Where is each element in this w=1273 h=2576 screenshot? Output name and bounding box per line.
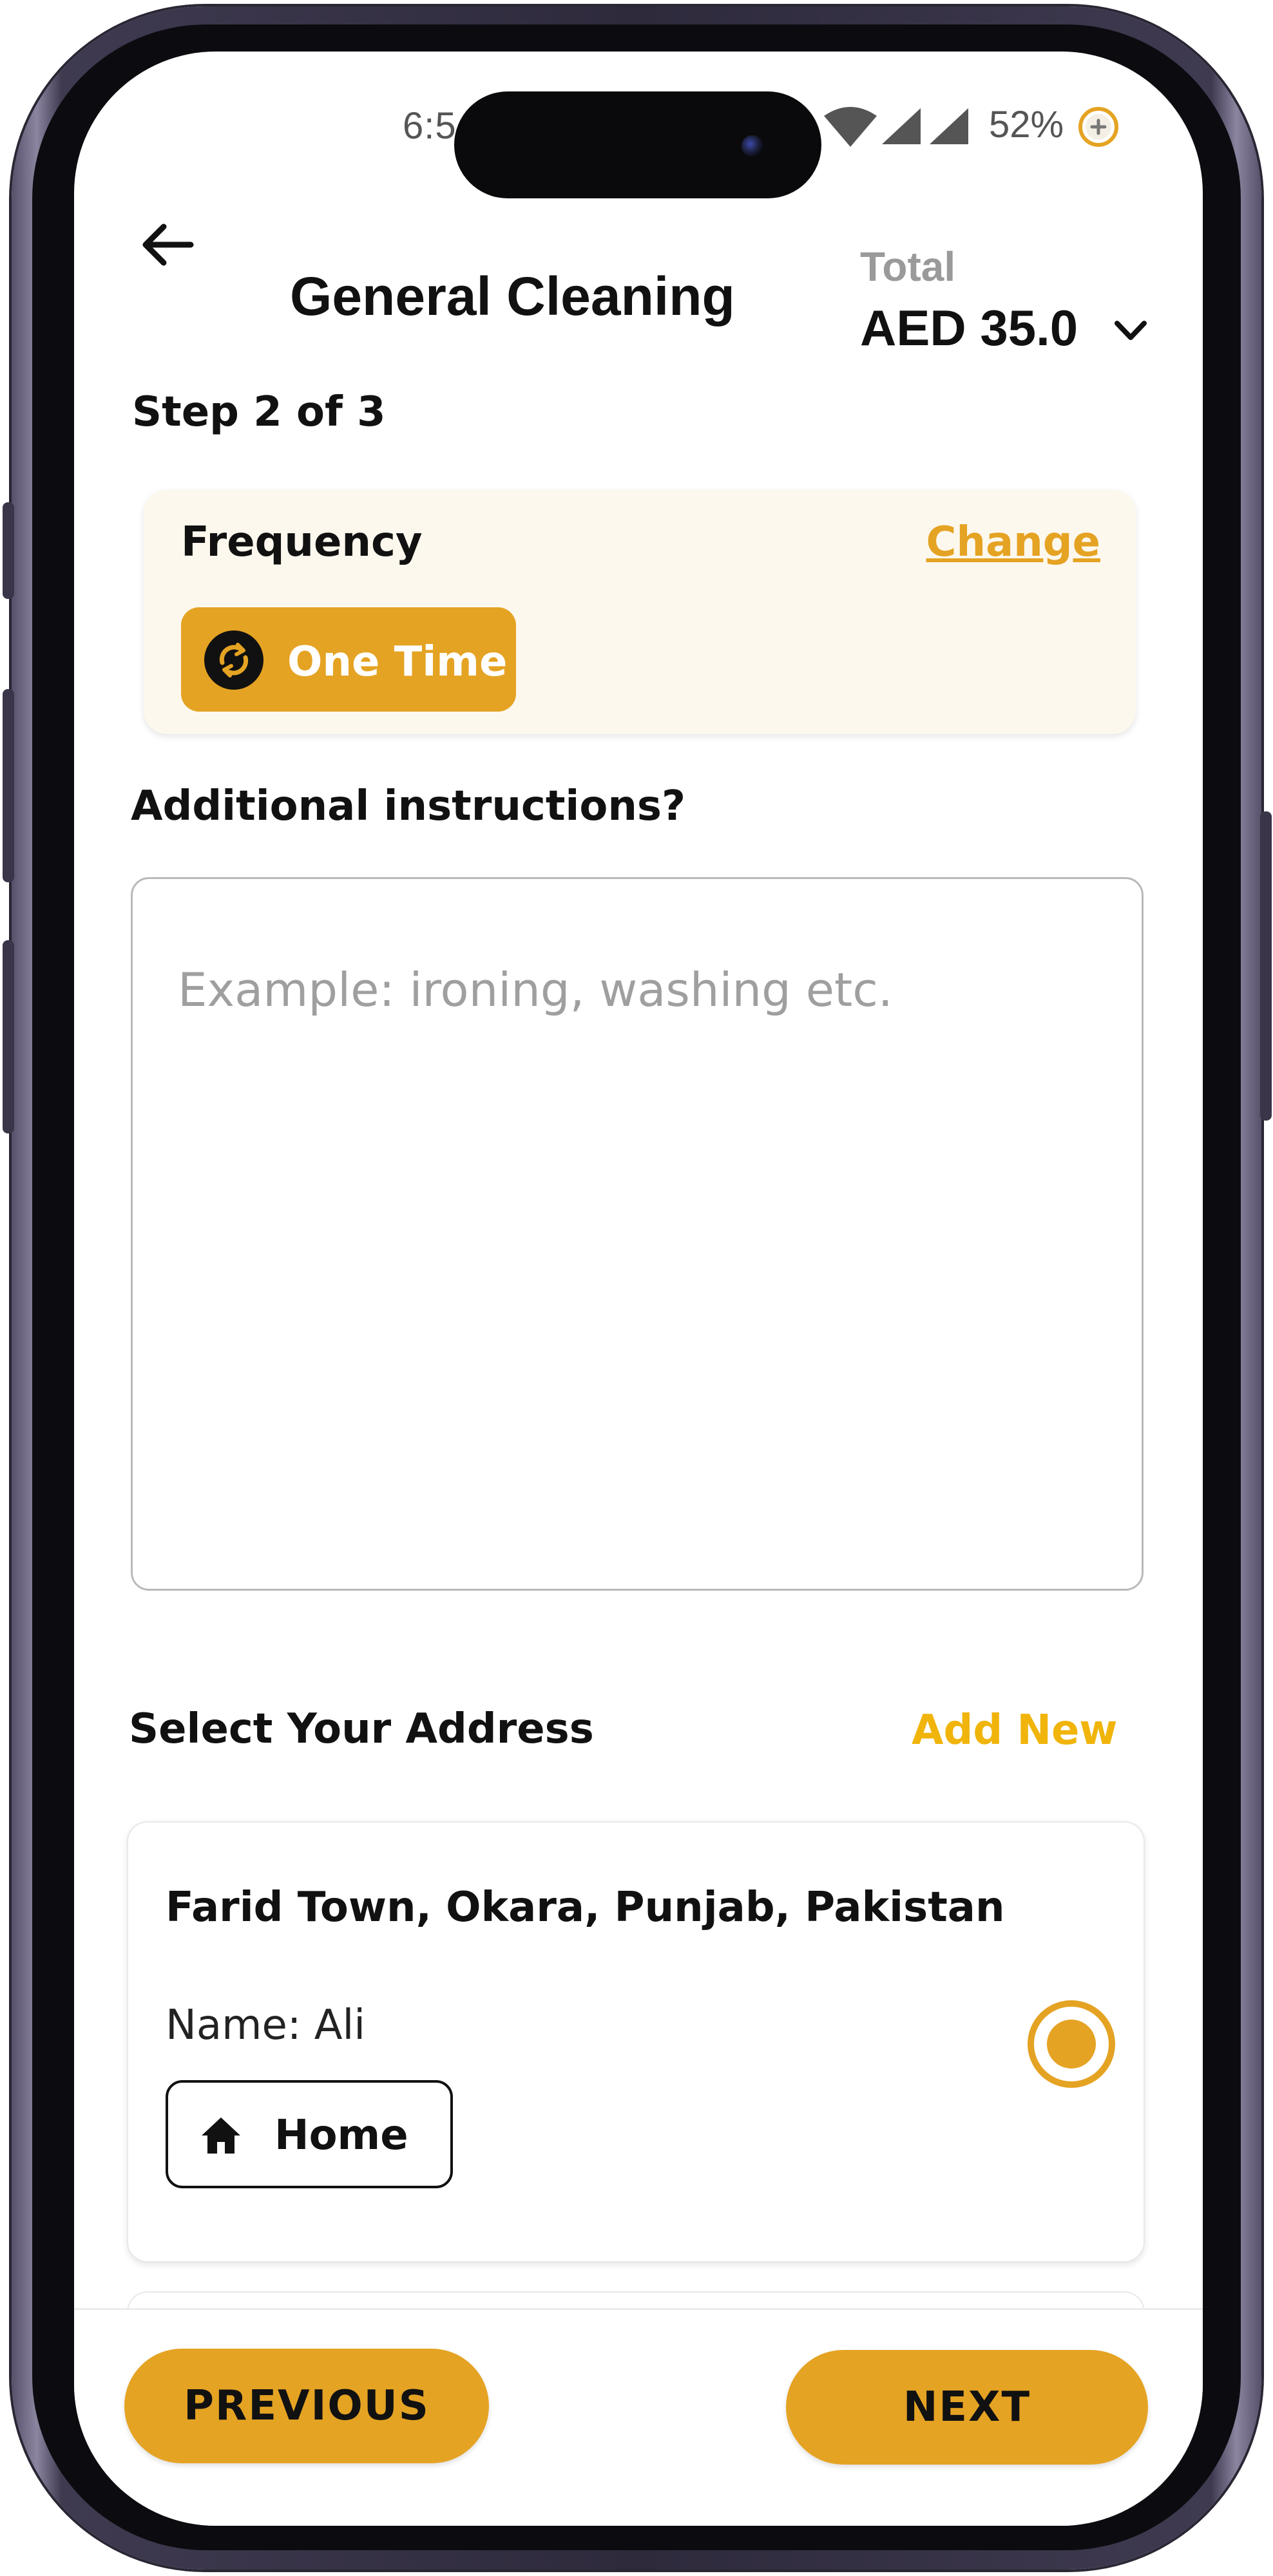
change-frequency-link[interactable]: Change	[926, 522, 1101, 563]
add-new-address-link[interactable]: Add New	[912, 1710, 1118, 1751]
next-button[interactable]: NEXT	[786, 2350, 1148, 2465]
address-radio-button[interactable]	[1028, 2000, 1115, 2088]
wifi-icon	[824, 107, 877, 147]
address-section-label: Select Your Address	[129, 1705, 594, 1753]
radio-selected-dot	[1047, 2020, 1096, 2069]
address-type-label: Home	[274, 2112, 408, 2159]
chevron-down-icon[interactable]	[1108, 308, 1153, 353]
total-label: Total	[860, 243, 956, 290]
frequency-chip-one-time[interactable]: One Time	[181, 607, 516, 712]
back-arrow-icon[interactable]	[135, 213, 200, 277]
address-contact-name: Name: Ali	[166, 2002, 366, 2049]
battery-saver-icon	[1078, 107, 1118, 147]
bottom-action-bar: PREVIOUS NEXT	[74, 2308, 1203, 2526]
silent-switch	[3, 502, 14, 599]
signal-icon	[882, 108, 921, 144]
home-icon	[202, 2117, 240, 2154]
battery-percent: 52%	[989, 104, 1064, 146]
volume-down-button	[3, 940, 14, 1133]
address-type-tag: Home	[166, 2080, 453, 2188]
frequency-chip-label: One Time	[287, 638, 508, 686]
status-time: 6:5	[403, 105, 457, 147]
page-title: General Cleaning	[290, 266, 735, 327]
frequency-card: Frequency Change One Time	[144, 489, 1136, 734]
repeat-icon	[204, 630, 263, 690]
total-amount[interactable]: AED 35.0	[860, 303, 1078, 353]
instructions-textarea[interactable]	[131, 877, 1144, 1591]
signal-icon	[930, 108, 968, 144]
frequency-label: Frequency	[181, 518, 423, 566]
camera-icon	[742, 135, 763, 157]
step-indicator: Step 2 of 3	[132, 388, 386, 436]
address-line: Farid Town, Okara, Punjab, Pakistan	[166, 1884, 1005, 1931]
address-card[interactable]: Farid Town, Okara, Punjab, Pakistan Name…	[127, 1821, 1145, 2262]
previous-button[interactable]: PREVIOUS	[124, 2349, 489, 2463]
dynamic-island	[454, 91, 821, 198]
app-screen: 6:5 52% General Cleaning Total AED 35.0 …	[74, 52, 1203, 2526]
power-button	[1260, 811, 1272, 1121]
volume-up-button	[3, 689, 14, 882]
instructions-label: Additional instructions?	[131, 782, 686, 830]
